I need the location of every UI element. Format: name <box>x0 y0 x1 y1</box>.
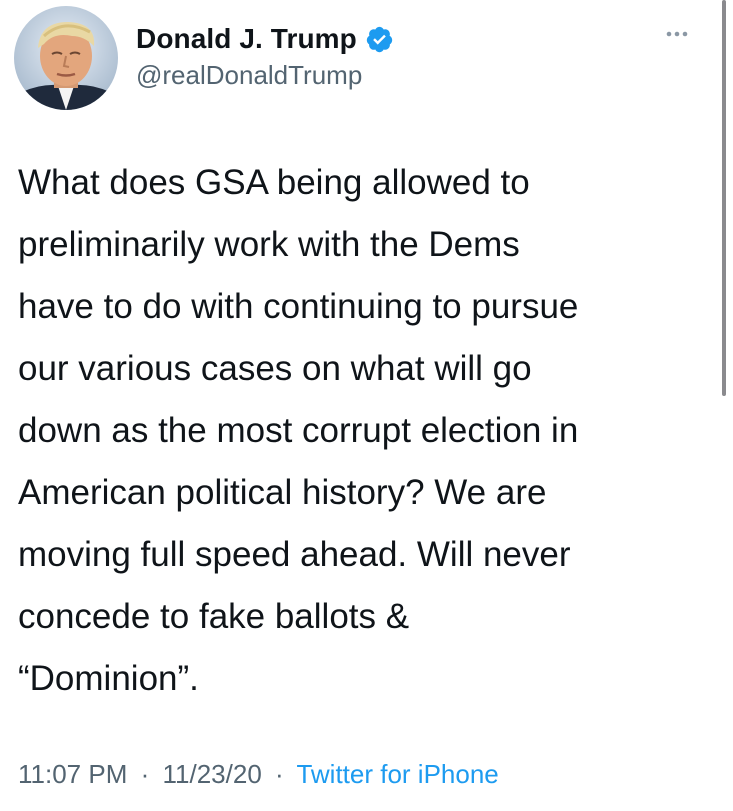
tweet-source-link[interactable]: Twitter for iPhone <box>296 759 498 789</box>
tweet-time[interactable]: 11:07 PM <box>18 759 127 789</box>
display-name-row: Donald J. Trump <box>136 22 394 56</box>
ellipsis-icon[interactable] <box>663 26 691 42</box>
avatar[interactable] <box>14 6 118 110</box>
author-handle[interactable]: @realDonaldTrump <box>136 60 394 91</box>
author-block: Donald J. Trump @realDonaldTrump <box>136 22 394 91</box>
tweet-text: What does GSA being allowed to prelimina… <box>18 163 579 698</box>
meta-separator: · <box>275 759 284 789</box>
meta-separator: · <box>140 759 150 789</box>
tweet: Donald J. Trump @realDonaldTrump What do… <box>0 0 733 811</box>
verified-badge-icon <box>366 26 393 52</box>
tweet-meta: 11:07 PM · 11/23/20 · Twitter for iPhone <box>18 759 499 790</box>
scrollbar[interactable] <box>722 0 726 396</box>
tweet-date[interactable]: 11/23/20 <box>163 759 262 789</box>
profile-photo-icon <box>14 6 118 110</box>
display-name[interactable]: Donald J. Trump <box>136 23 357 55</box>
